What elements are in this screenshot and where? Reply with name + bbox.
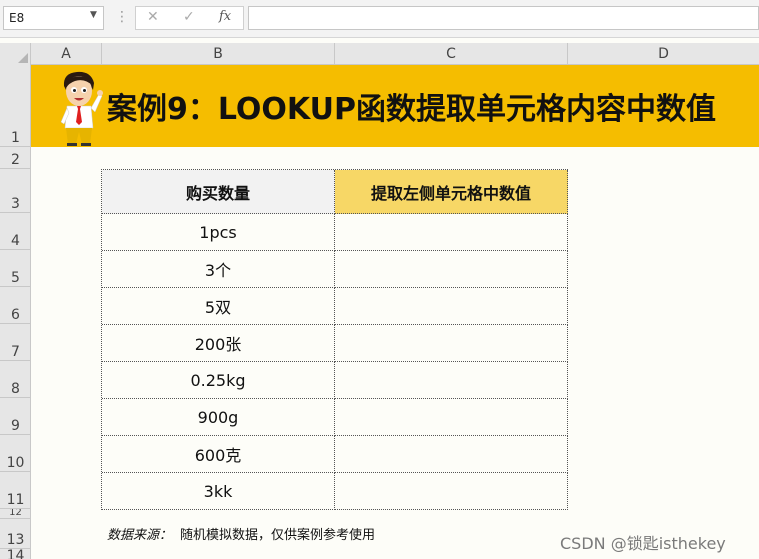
table-cell-quantity[interactable]: 0.25kg (102, 362, 335, 399)
watermark: CSDN @锁匙isthekey (560, 534, 726, 553)
column-header-d[interactable]: D (568, 43, 759, 65)
table-cell-quantity[interactable]: 600克 (102, 436, 335, 473)
row-header-12[interactable]: 12 (0, 509, 31, 519)
table-cell-extracted[interactable] (335, 399, 568, 436)
note-text: 随机模拟数据，仅供案例参考使用 (180, 528, 376, 543)
insert-function-icon[interactable]: fx (219, 9, 231, 24)
table-cell-quantity[interactable]: 3kk (102, 473, 335, 510)
table-cell-extracted[interactable] (335, 251, 568, 288)
banner-title: 案例9：LOOKUP函数提取单元格内容中数值 (107, 92, 716, 127)
table-cell-quantity[interactable]: 3个 (102, 251, 335, 288)
more-options-icon[interactable]: ⋮ (115, 9, 129, 25)
table-cell-extracted[interactable] (335, 473, 568, 510)
row-header-7[interactable]: 7 (0, 324, 31, 361)
table-header-extracted-value[interactable]: 提取左侧单元格中数值 (335, 170, 568, 214)
row-header-2[interactable]: 2 (0, 147, 31, 169)
table-cell-quantity[interactable]: 1pcs (102, 214, 335, 251)
row-header-8[interactable]: 8 (0, 361, 31, 398)
table-header-quantity[interactable]: 购买数量 (102, 170, 335, 214)
cartoon-character-icon (60, 71, 103, 146)
table-cell-extracted[interactable] (335, 436, 568, 473)
row-header-4[interactable]: 4 (0, 213, 31, 250)
column-header-c[interactable]: C (335, 43, 568, 65)
table-cell-quantity[interactable]: 900g (102, 399, 335, 436)
row-header-1[interactable]: 1 (0, 65, 31, 147)
table-cell-extracted[interactable] (335, 362, 568, 399)
row-header-3[interactable]: 3 (0, 169, 31, 213)
row-header-9[interactable]: 9 (0, 398, 31, 435)
row-header-14[interactable]: 14 (0, 549, 31, 559)
enter-icon[interactable]: ✓ (183, 9, 195, 25)
chevron-down-icon[interactable]: ▼ (90, 10, 100, 24)
formula-input[interactable] (248, 6, 759, 30)
cancel-icon[interactable]: ✕ (147, 9, 159, 25)
table-cell-extracted[interactable] (335, 214, 568, 251)
name-box[interactable]: E8 (3, 6, 104, 30)
row-header-5[interactable]: 5 (0, 250, 31, 287)
column-header-b[interactable]: B (102, 43, 335, 65)
column-header-a[interactable]: A (31, 43, 102, 65)
table-cell-extracted[interactable] (335, 288, 568, 325)
row-header-13[interactable]: 13 (0, 519, 31, 549)
table-cell-quantity[interactable]: 5双 (102, 288, 335, 325)
table-cell-quantity[interactable]: 200张 (102, 325, 335, 362)
data-source-note: 数据来源： 随机模拟数据，仅供案例参考使用 (107, 524, 375, 543)
select-all-triangle-icon (18, 53, 28, 63)
row-header-11[interactable]: 11 (0, 472, 31, 509)
table-cell-extracted[interactable] (335, 325, 568, 362)
row-header-6[interactable]: 6 (0, 287, 31, 324)
row-header-10[interactable]: 10 (0, 435, 31, 472)
note-label: 数据来源： (107, 528, 173, 543)
